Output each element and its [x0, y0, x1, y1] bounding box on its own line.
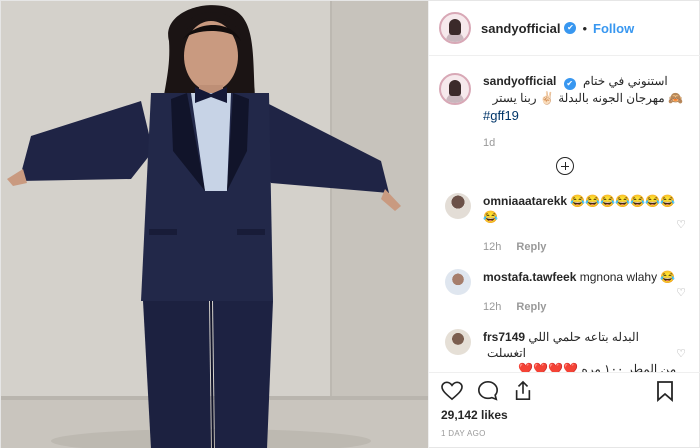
follow-button[interactable]: Follow: [593, 21, 634, 36]
heart-icon[interactable]: [441, 381, 463, 401]
comment-item: frs7149 البدله بتاعه حلمي اللي اتغسلت من…: [429, 329, 700, 372]
caption-hashtag[interactable]: #gff19: [483, 108, 683, 123]
instagram-post: sandyofficial ✔ • Follow sandyofficial ✔…: [0, 0, 700, 448]
comment-text-line-2: من المطر ١٠٠ مره ❤️❤️❤️❤️: [518, 362, 677, 372]
small-heart-icon[interactable]: ♡: [676, 218, 686, 231]
verified-badge-icon: ✔: [564, 22, 577, 34]
post-caption: sandyofficial ✔ استنوني في ختام 🙈 مهرجان…: [429, 57, 700, 149]
action-bar: [429, 372, 700, 408]
small-heart-icon[interactable]: ♡: [676, 286, 686, 299]
comment-bubble-icon[interactable]: [477, 380, 499, 402]
comment-username[interactable]: omniaaatarekk: [483, 194, 567, 208]
post-header: sandyofficial ✔ • Follow: [429, 1, 700, 56]
comment-username[interactable]: frs7149: [483, 330, 525, 344]
comment-time[interactable]: 12h: [483, 301, 501, 313]
caption-line-2: 🙈 مهرجان الجونه بالبدلة ✌🏻 ربنا يستر: [492, 91, 683, 105]
comment-item: omniaaatarekk 😂😂😂😂😂😂😂😂 12h Reply ♡: [429, 193, 700, 255]
profile-avatar[interactable]: [439, 12, 471, 44]
caption-time[interactable]: 1d: [483, 137, 683, 149]
bookmark-icon[interactable]: [656, 380, 674, 402]
comments-list[interactable]: sandyofficial ✔ استنوني في ختام 🙈 مهرجان…: [429, 57, 700, 372]
comment-avatar[interactable]: [445, 193, 471, 219]
post-side-panel: sandyofficial ✔ • Follow sandyofficial ✔…: [428, 1, 700, 448]
reply-button[interactable]: Reply: [516, 241, 546, 253]
share-icon[interactable]: [513, 380, 533, 402]
comment-avatar[interactable]: [445, 269, 471, 295]
comment-time[interactable]: 12h: [483, 241, 501, 253]
caption-avatar[interactable]: [439, 73, 471, 105]
comment-text: mgnona wlahy 😂: [579, 270, 676, 284]
post-photo[interactable]: [1, 1, 428, 448]
comment-item: mostafa.tawfeek mgnona wlahy 😂 12h Reply…: [429, 269, 700, 315]
likes-count[interactable]: 29,142 likes: [441, 408, 508, 422]
comment-avatar[interactable]: [445, 329, 471, 355]
small-heart-icon[interactable]: ♡: [676, 347, 686, 360]
caption-line-1: استنوني في ختام: [583, 74, 668, 88]
reply-button[interactable]: Reply: [516, 301, 546, 313]
header-separator: •: [582, 20, 588, 36]
photo-illustration: [1, 1, 428, 448]
caption-verified-badge-icon: ✔: [563, 78, 576, 90]
post-timestamp[interactable]: 1 DAY AGO: [441, 429, 486, 438]
plus-circle-icon[interactable]: [555, 157, 574, 175]
comment-username[interactable]: mostafa.tawfeek: [483, 270, 576, 284]
header-username[interactable]: sandyofficial: [481, 21, 560, 36]
caption-username[interactable]: sandyofficial: [483, 74, 556, 88]
